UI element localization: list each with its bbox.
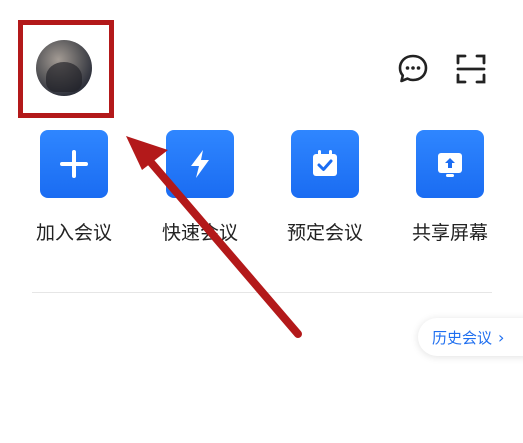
join-meeting-label: 加入会议 (35, 222, 112, 244)
avatar[interactable] (36, 40, 92, 96)
quick-meeting-label: 快速会议 (161, 222, 238, 244)
share-screen-tile (416, 130, 484, 198)
chevron-right-icon: › (498, 327, 505, 347)
quick-meeting-button[interactable]: 快速会议 (155, 130, 245, 250)
divider (32, 292, 492, 293)
join-meeting-button[interactable]: 加入会议 (29, 130, 119, 250)
schedule-meeting-tile (291, 130, 359, 198)
share-screen-label: 共享屏幕 (411, 222, 488, 244)
chat-bubble-icon[interactable] (396, 52, 430, 86)
quick-meeting-tile (166, 130, 234, 198)
history-meetings-button[interactable]: 历史会议 › (418, 318, 523, 356)
lightning-icon (191, 150, 209, 178)
calendar-check-icon (313, 150, 337, 176)
schedule-meeting-label: 预定会议 (286, 222, 363, 244)
schedule-meeting-button[interactable]: 预定会议 (280, 130, 370, 250)
plus-icon (60, 150, 88, 178)
scan-icon[interactable] (454, 52, 488, 86)
history-meetings-label: 历史会议 (432, 328, 493, 347)
join-meeting-tile (40, 130, 108, 198)
screen-share-icon (438, 153, 462, 177)
share-screen-button[interactable]: 共享屏幕 (405, 130, 495, 250)
